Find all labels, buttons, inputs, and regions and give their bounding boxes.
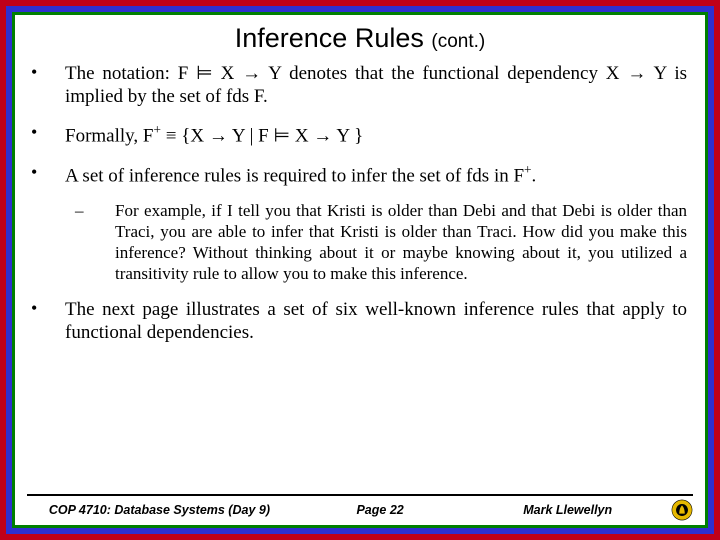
bullet-3: • A set of inference rules is required t… [27,162,693,188]
bullet-dot: • [27,122,65,148]
footer-page: Page 22 [292,503,469,517]
bullet-dot: • [27,62,65,108]
footer-logo [667,499,693,521]
bullet-2-text: Formally, F+ ≡ {X → Y | F ⊨ X → Y } [65,122,693,148]
slide-content: • The notation: F ⊨ X → Y denotes that t… [27,62,693,494]
bullet-2: • Formally, F+ ≡ {X → Y | F ⊨ X → Y } [27,122,693,148]
subbullet-1-text: For example, if I tell you that Kristi i… [105,201,693,284]
footer-author: Mark Llewellyn [468,503,667,517]
bullet-3-text: A set of inference rules is required to … [65,162,693,188]
bullet-4-text: The next page illustrates a set of six w… [65,298,693,344]
footer-course: COP 4710: Database Systems (Day 9) [27,503,292,517]
inner-frame: Inference Rules (cont.) • The notation: … [12,12,708,528]
subbullet-1: – For example, if I tell you that Kristi… [27,201,693,284]
outer-frame: Inference Rules (cont.) • The notation: … [0,0,720,540]
bullet-dot: • [27,162,65,188]
ucf-logo-icon [671,499,693,521]
slide-title: Inference Rules (cont.) [27,23,693,54]
bullet-dot: • [27,298,65,344]
bullet-1-text: The notation: F ⊨ X → Y denotes that the… [65,62,693,108]
subbullet-dash: – [27,201,105,284]
mid-frame: Inference Rules (cont.) • The notation: … [6,6,714,534]
title-main: Inference Rules [235,23,424,53]
title-cont: (cont.) [431,31,485,52]
bullet-4: • The next page illustrates a set of six… [27,298,693,344]
bullet-1: • The notation: F ⊨ X → Y denotes that t… [27,62,693,108]
slide-footer: COP 4710: Database Systems (Day 9) Page … [27,494,693,521]
